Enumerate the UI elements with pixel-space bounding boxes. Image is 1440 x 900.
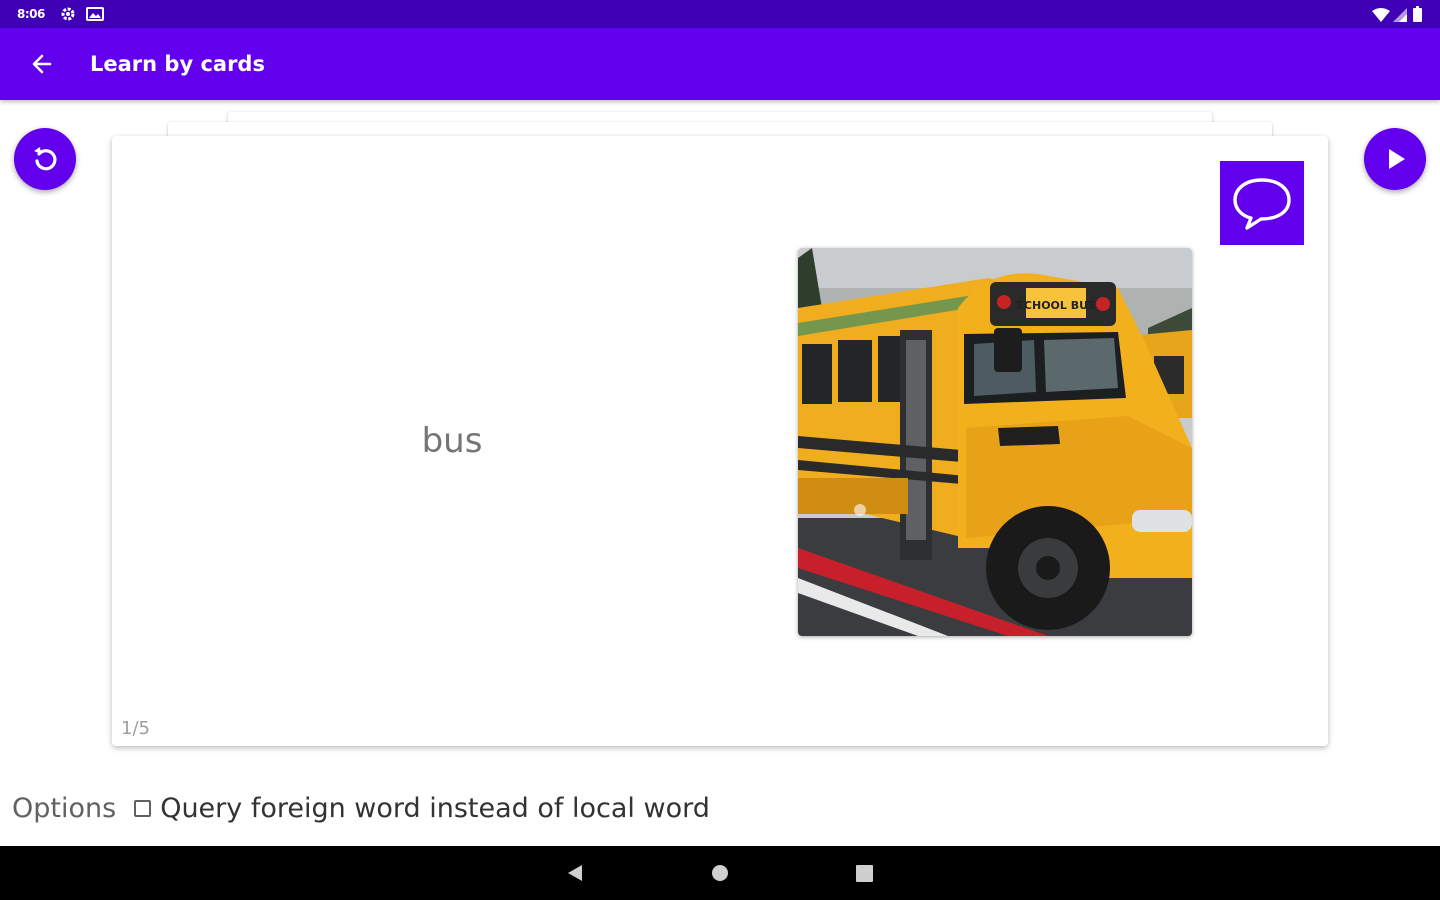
system-nav-bar <box>0 846 1440 900</box>
back-triangle-icon[interactable] <box>566 864 584 886</box>
play-icon <box>1389 149 1405 169</box>
school-bus-photo: SCHOOL BUS <box>798 248 1192 636</box>
arrow-left-icon <box>32 54 52 74</box>
recents-square-icon[interactable] <box>856 865 873 886</box>
signal-icon <box>1393 7 1407 26</box>
back-button[interactable] <box>24 46 60 82</box>
restart-icon <box>34 147 57 171</box>
app-bar: Learn by cards <box>0 28 1440 100</box>
options-label: Options <box>12 793 117 824</box>
options-row: Options Query foreign word instead of lo… <box>12 793 710 824</box>
flashcard[interactable]: bus SCHOOL BUS 1/5 <box>112 136 1328 746</box>
status-bar: 8:06 <box>0 0 1440 28</box>
battery-icon <box>1413 6 1422 26</box>
card-counter: 1/5 <box>121 718 150 739</box>
card-word: bus <box>421 421 483 461</box>
image-icon <box>86 6 104 26</box>
bus-sign-text: SCHOOL BUS <box>1016 299 1096 312</box>
query-foreign-checkbox[interactable] <box>134 800 152 817</box>
speak-button[interactable] <box>1220 161 1304 245</box>
page-title: Learn by cards <box>90 52 265 76</box>
gear-icon <box>60 6 76 26</box>
wifi-icon <box>1372 7 1390 26</box>
play-button[interactable] <box>1364 128 1426 190</box>
restart-button[interactable] <box>14 128 76 190</box>
status-time: 8:06 <box>17 7 45 21</box>
home-circle-icon[interactable] <box>711 864 729 886</box>
query-foreign-checkbox-label[interactable]: Query foreign word instead of local word <box>160 793 710 824</box>
speech-bubble-icon <box>1233 178 1291 230</box>
